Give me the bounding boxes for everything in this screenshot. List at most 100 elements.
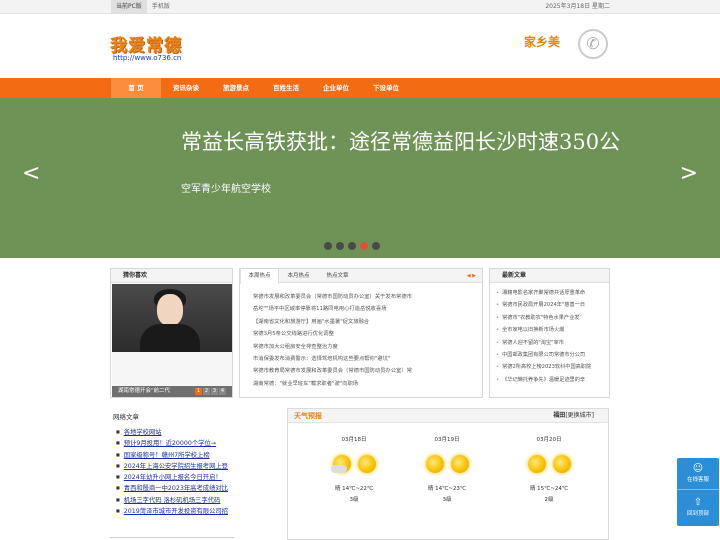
hot-news-list: 常德市发展和改革委员会（常德市国防动员办公室）关于发布常德市 岳坨""场平中区域… [240,283,482,390]
network-article-link[interactable]: 青西和殷商一中2023年高考成绩对比 [124,485,228,492]
weather-day: 03月19日 晴 14℃~23℃ 3级 [402,435,492,505]
list-item[interactable]: 常德3月5条公交线路进行优化调整 [253,328,475,340]
banner-carousel: 常益长高铁获批：途径常德益阳长沙时速350公 空军青少年航空学校 < > [0,98,720,258]
network-article-link[interactable]: 各地学校网站 [124,429,162,436]
list-item: 2024年上海公安学院招生报考网上登 [116,460,228,471]
weather-wind: 3级 [349,497,359,503]
list-item[interactable]: 常德2所高校上榜2023软科中国高职院 [496,361,606,373]
list-item[interactable]: 湖南常德："就业早班车"载求职者"驶"向职场 [253,378,475,390]
weather-date: 03月18日 [341,437,367,443]
photo-caption-bar: 湖南常德开会"前二代 1 2 3 4 [112,386,232,397]
weather-header: 天气预报 福田[更换城市] [288,409,608,423]
latest-articles-box: 最新文章 湘籍电影名家齐聚常德共话厚重革命 常德市民政局开展2024年"慈善一日… [489,268,610,398]
list-item[interactable]: 常德市加大公租房安全排查整治力度 [253,341,475,353]
tab-hot-articles[interactable]: 热点文章 [318,269,357,283]
banner-dot[interactable] [336,242,344,250]
weather-day: 03月20日 晴 15℃~24℃ 2级 [504,435,594,505]
network-articles-title: 网络文章 [113,413,139,421]
list-item[interactable]: 【湖南省文化和旅游厅】用画"水墨暑"促文旅融合 [253,316,475,328]
chat-icon: ☺ [692,463,704,474]
back-to-top-button[interactable]: ⇧ 回到顶部 [677,492,719,524]
main-nav: 首 页 资讯杂谈 旅游景点 百姓生活 企业单位 下设单位 [0,78,720,98]
weather-wind: 3级 [442,497,452,503]
hot-news-tabs: 本周热点 本月热点 热点文章 ◀ ▶ [240,269,482,284]
list-item[interactable]: 湘籍电影名家齐聚常德共话厚重革命 [496,287,606,299]
weather-temp: 晴 14℃~22℃ [334,486,374,492]
network-article-link[interactable]: 国家级称号！赣州7所学校上榜 [124,452,210,459]
weather-icons [309,445,399,479]
cloud-icon [331,465,347,473]
weather-city: 福田[更换城市] [553,409,594,423]
list-item: 2024年幼升小网上报名今日开启！ [116,471,228,482]
banner-title[interactable]: 常益长高铁获批：途径常德益阳长沙时速350公 [181,126,620,156]
nav-news[interactable]: 资讯杂谈 [161,78,211,98]
weather-box: 天气预报 福田[更换城市] 03月18日 晴 14℃~22℃ 3级 03月19日… [287,408,609,540]
network-articles-list: 各地学校网站 预计9月投用！近20000个学位→ 国家级称号！赣州7所学校上榜 … [116,426,228,516]
list-item[interactable]: 常德市教育局常德市发展和改革委员会（常德市国防动员办公室）常 [253,365,475,377]
nav-travel[interactable]: 旅游景点 [211,78,261,98]
network-article-link[interactable]: 2024年上海公安学院招生报考网上登 [124,463,228,470]
photo-page-button[interactable]: 2 [203,388,210,395]
nav-units[interactable]: 下设单位 [361,78,411,98]
site-logo[interactable]: 我爱常德 [110,31,182,56]
online-service-button[interactable]: ☺ 在线客服 [677,458,719,490]
photo-page-button[interactable]: 4 [219,388,226,395]
list-item[interactable]: 全市家电以旧换新市场火爆 [496,324,606,336]
network-article-link[interactable]: 2019菏泽市城市开发投资有限公司招 [124,508,228,515]
list-item[interactable]: 常德市发展和改革委员会（常德市国防动员办公室）关于发布常德市 [253,291,475,303]
weather-wind: 2级 [544,497,554,503]
site-header: 我爱常德 http://www.o736.cn 家乡美 ✆ [0,15,720,78]
list-item[interactable]: 常德市民政局开展2024年"慈善一日 [496,299,606,311]
top-bar: 当前PC版 手机版 2025年3月18日 星期二 [0,0,720,14]
featured-photo[interactable]: 湖南常德开会"前二代 1 2 3 4 [112,284,232,397]
nav-companies[interactable]: 企业单位 [311,78,361,98]
photo-page-button[interactable]: 1 [195,388,202,395]
weather-icons [402,445,492,479]
list-item[interactable]: 中国邮政集团有限公司常德市分公司 [496,349,606,361]
banner-dot-active[interactable] [360,242,368,250]
banner-prev-button[interactable]: < [22,163,40,185]
latest-articles-list: 湘籍电影名家齐聚常德共话厚重革命 常德市民政局开展2024年"慈善一日 常德市"… [490,283,609,386]
list-item: 2019菏泽市城市开发投资有限公司招 [116,505,228,516]
recommend-box: 猜你喜欢 湖南常德开会"前二代 1 2 3 4 [110,268,233,398]
banner-dot[interactable] [372,242,380,250]
list-item[interactable]: 常德人迎不留的"淘宝"宰市 [496,337,606,349]
pc-version-link[interactable]: 当前PC版 [111,0,147,14]
nav-life[interactable]: 百姓生活 [261,78,311,98]
network-article-link[interactable]: 机场三字代码 洛杉矶机场三字代码 [124,497,220,504]
phone-icon: ✆ [578,29,608,59]
latest-articles-title: 最新文章 [490,269,609,283]
weather-date: 03月20日 [536,437,562,443]
nav-home[interactable]: 首 页 [111,78,161,98]
photo-caption[interactable]: 湖南常德开会"前二代 [118,386,170,397]
photo-pager: 1 2 3 4 [195,388,226,395]
arrow-up-icon: ⇧ [693,497,703,508]
sun-icon [358,455,376,473]
list-item[interactable]: 岳坨""场平中区域率停靠将11路同电用心打造岳悦收喜场 [253,303,475,315]
weather-temp: 晴 14℃~23℃ [427,486,467,492]
tab-month-hot[interactable]: 本月热点 [279,269,318,283]
banner-dots [324,242,380,250]
list-item: 各地学校网站 [116,426,228,437]
weather-title: 天气预报 [294,412,322,420]
network-article-link[interactable]: 预计9月投用！近20000个学位→ [124,440,216,447]
photo-page-button[interactable]: 3 [211,388,218,395]
weather-date: 03月19日 [434,437,460,443]
list-item[interactable]: 《华记懒托养争先》温暖足迹里的辛 [496,374,606,386]
brand-slogan: 家乡美 [524,35,561,49]
list-item[interactable]: 市消保委发布消费警示：选择驾培机构这些要点帮你"避坑" [253,353,475,365]
list-item: 机场三字代码 洛杉矶机场三字代码 [116,494,228,505]
banner-subtitle: 空军青少年航空学校 [181,184,271,195]
tab-week-hot[interactable]: 本周热点 [240,269,279,284]
change-city-link[interactable]: [更换城市] [565,412,594,419]
banner-dot[interactable] [324,242,332,250]
banner-dot[interactable] [348,242,356,250]
list-item[interactable]: 常德市"农教助农"特色水果产业发 [496,312,606,324]
tab-scroll-arrows[interactable]: ◀ ▶ [467,269,476,283]
version-switch: 当前PC版 手机版 [111,0,175,14]
mobile-version-link[interactable]: 手机版 [147,0,175,14]
network-divider [110,537,234,538]
network-article-link[interactable]: 2024年幼升小网上报名今日开启！ [124,474,222,481]
banner-next-button[interactable]: > [680,163,698,185]
site-url: http://www.o736.cn [113,54,182,62]
